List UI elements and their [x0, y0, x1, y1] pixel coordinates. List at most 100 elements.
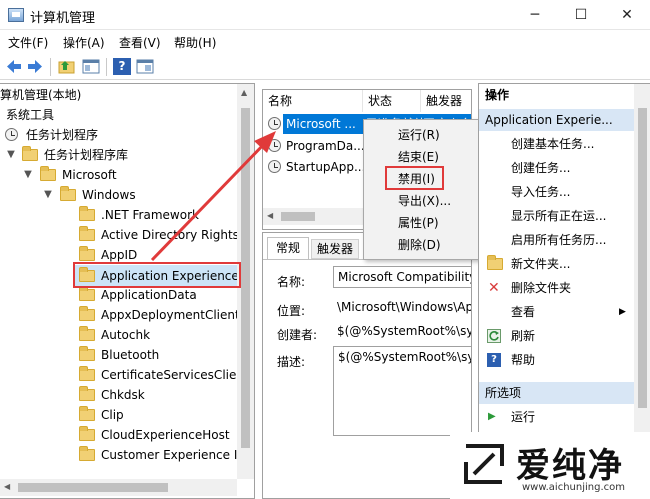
menu-item-end[interactable]: 结束(E) [398, 148, 439, 166]
tab-triggers[interactable]: 触发器 [311, 239, 359, 259]
folder-icon [79, 386, 95, 401]
tree-item-folder[interactable]: CertificateServicesClient [0, 365, 249, 385]
tree-item-folder[interactable]: .NET Framework [0, 205, 235, 225]
scroll-thumb[interactable] [638, 108, 647, 408]
section-label: Application Experie... [485, 113, 613, 127]
title-bar: 计算机管理 ─ ☐ ✕ [0, 0, 650, 30]
task-details: 常规 触发器 名称: Microsoft Compatibility Appra… [262, 232, 472, 499]
show-hide-tree-icon[interactable] [82, 58, 100, 75]
close-button[interactable]: ✕ [604, 0, 650, 30]
tree-item-microsoft[interactable]: ▼ Microsoft [0, 165, 235, 185]
action-enable-history[interactable]: 启用所有任务历... [479, 228, 650, 252]
name-field[interactable]: Microsoft Compatibility Appraiser [333, 266, 471, 288]
tree-item-windows[interactable]: ▼ Windows [0, 185, 235, 205]
action-label: 创建基本任务... [511, 137, 595, 151]
tree-item-task-library[interactable]: ▼ 任务计划程序库 [0, 145, 235, 165]
submenu-arrow-icon: ▶ [619, 307, 626, 317]
folder-icon [79, 346, 95, 361]
menu-item-delete[interactable]: 删除(D) [398, 236, 441, 254]
tree-item-label: .NET Framework [101, 208, 199, 222]
tree-item-task-scheduler[interactable]: 任务计划程序 [0, 125, 235, 145]
scroll-thumb[interactable] [18, 483, 168, 492]
action-create-task[interactable]: 创建任务... [479, 156, 650, 180]
tree-horizontal-scrollbar[interactable]: ◀ [0, 479, 237, 496]
maximize-button[interactable]: ☐ [558, 0, 604, 30]
column-header-name[interactable]: 名称 [263, 90, 363, 112]
menu-view[interactable]: 查看(V) [119, 34, 161, 51]
tree-item-folder[interactable]: Bluetooth [0, 345, 235, 365]
tree-item-label: ApplicationData [101, 288, 197, 302]
action-run[interactable]: ▶ 运行 [479, 405, 650, 429]
menu-item-run[interactable]: 运行(R) [398, 126, 440, 144]
brand-logo-icon [464, 444, 504, 484]
tree-item-folder[interactable]: CloudExperienceHost [0, 425, 235, 445]
actions-section-folder[interactable]: Application Experie... ▲ [479, 109, 650, 131]
action-delete-folder[interactable]: ✕ 删除文件夹 [479, 276, 650, 300]
tree-item-folder[interactable]: Customer Experience In [0, 445, 245, 465]
expand-chevron-icon[interactable]: ▼ [43, 185, 53, 205]
tree-item-label: Microsoft [62, 168, 117, 182]
tree-item-folder[interactable]: AppxDeploymentClient [0, 305, 240, 325]
action-help[interactable]: ? 帮助 [479, 348, 650, 372]
author-value: $(@%SystemRoot%\system32\appraiser.dll,-… [337, 324, 471, 338]
tree-item-label: 任务计划程序库 [44, 148, 129, 162]
back-arrow-icon[interactable] [5, 58, 23, 75]
column-header-trigger[interactable]: 触发器 [421, 90, 471, 112]
task-name: StartupApp... [286, 160, 366, 174]
menu-action[interactable]: 操作(A) [63, 34, 105, 51]
location-value: \Microsoft\Windows\Application Experienc… [337, 300, 471, 314]
tree-item-folder[interactable]: Clip [0, 405, 235, 425]
expand-chevron-icon[interactable]: ▼ [6, 145, 16, 165]
actions-section-selected[interactable]: 所选项 ▲ [479, 382, 650, 404]
scroll-thumb[interactable] [281, 212, 315, 221]
menu-file[interactable]: 文件(F) [8, 34, 48, 51]
scroll-up-icon[interactable]: ▲ [241, 88, 247, 97]
action-new-folder[interactable]: 新文件夹... [479, 252, 650, 276]
tree-item-folder[interactable]: Autochk [0, 325, 235, 345]
location-label: 位置: [277, 304, 306, 318]
action-show-running[interactable]: 显示所有正在运... [479, 204, 650, 228]
forward-arrow-icon[interactable] [26, 58, 44, 75]
help-icon[interactable]: ? [113, 58, 131, 75]
folder-icon [79, 306, 95, 321]
tab-general[interactable]: 常规 [267, 237, 309, 259]
tree-item-label: Clip [101, 408, 124, 422]
menu-item-properties[interactable]: 属性(P) [398, 214, 439, 232]
tree-item-label: 任务计划程序 [26, 128, 99, 142]
tree-item-folder[interactable]: ApplicationData [0, 285, 235, 305]
task-name: ProgramDa... [286, 139, 365, 153]
scroll-thumb[interactable] [241, 108, 250, 448]
menu-help[interactable]: 帮助(H) [174, 34, 216, 51]
action-view[interactable]: 查看 ▶ [479, 300, 650, 324]
task-clock-icon [268, 117, 281, 130]
tree-item-label: Windows [82, 188, 136, 202]
properties-pane-icon[interactable] [136, 58, 154, 75]
scroll-left-icon[interactable]: ◀ [4, 482, 10, 491]
tree-item-label: Chkdsk [101, 388, 145, 402]
up-folder-icon[interactable] [58, 58, 76, 75]
tree-item-label: Bluetooth [101, 348, 160, 362]
menu-item-export[interactable]: 导出(X)... [398, 192, 451, 210]
window-title: 计算机管理 [30, 11, 96, 26]
column-header-status[interactable]: 状态 [363, 90, 421, 112]
task-clock-icon [268, 160, 281, 173]
description-field[interactable]: $(@%SystemRoot%\system32\appraiser.dll,-… [333, 346, 471, 436]
action-label: 创建任务... [511, 161, 571, 175]
folder-icon [22, 146, 38, 161]
folder-icon [79, 446, 95, 461]
expand-chevron-icon[interactable]: ▼ [23, 165, 33, 185]
task-clock-icon [268, 139, 281, 152]
action-create-basic-task[interactable]: 创建基本任务... [479, 132, 650, 156]
action-import-task[interactable]: 导入任务... [479, 180, 650, 204]
scroll-left-icon[interactable]: ◀ [267, 211, 273, 220]
brand-name: 爱纯净 [516, 446, 624, 486]
action-refresh[interactable]: 刷新 [479, 324, 650, 348]
minimize-button[interactable]: ─ [512, 0, 558, 30]
tree-item-label: 算机管理(本地) [0, 88, 82, 102]
tree-item-folder[interactable]: Chkdsk [0, 385, 235, 405]
tree-item-root[interactable]: 算机管理(本地) [0, 85, 81, 105]
toolbar-separator [50, 58, 51, 76]
tree-item-folder[interactable]: Active Directory Rights [0, 225, 239, 245]
tree-item-system-tools[interactable]: 系统工具 [6, 105, 54, 125]
brand-url: www.aichunjing.com [522, 482, 625, 493]
